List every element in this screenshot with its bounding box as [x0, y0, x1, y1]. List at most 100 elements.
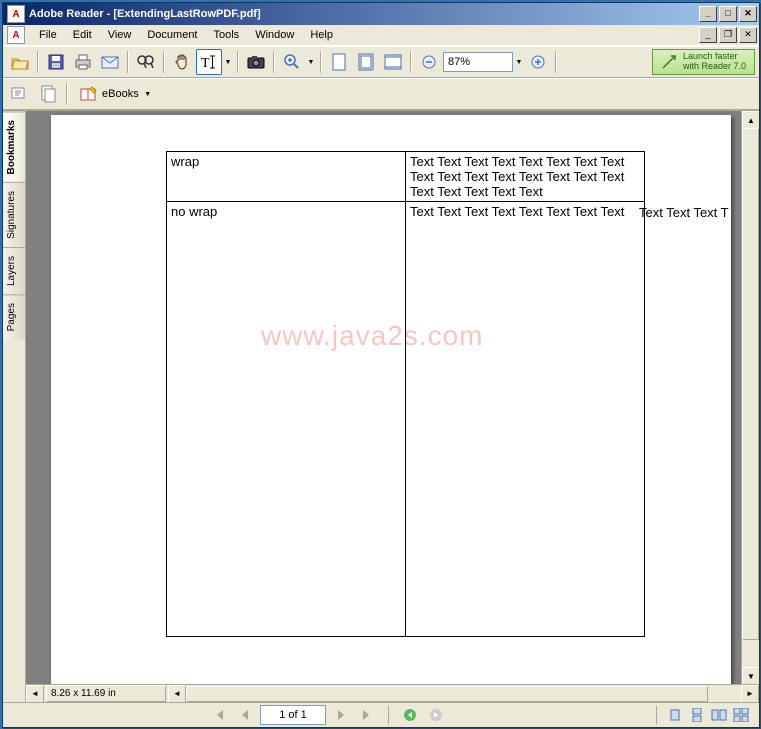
scroll-left-button[interactable]: ◄: [26, 685, 44, 703]
menu-document[interactable]: Document: [139, 27, 205, 43]
horizontal-scroll-track[interactable]: [186, 686, 741, 702]
titlebar[interactable]: A Adobe Reader - [ExtendingLastRowPDF.pd…: [3, 3, 759, 25]
secondary-toolbar: eBooks ▼: [3, 78, 759, 110]
scroll-right-button[interactable]: ►: [741, 685, 759, 703]
app-name: Adobe Reader: [29, 8, 104, 20]
ebooks-dropdown-arrow: ▼: [143, 82, 153, 106]
status-separator: [388, 706, 389, 724]
page-size-display: 8.26 x 11.69 in: [46, 685, 166, 702]
email-button[interactable]: [97, 49, 123, 75]
page-number-input[interactable]: [260, 705, 326, 725]
signatures-tab[interactable]: Signatures: [3, 182, 25, 247]
fit-width-button[interactable]: [380, 49, 406, 75]
mdi-restore-button[interactable]: ❐: [719, 27, 737, 43]
ebooks-button[interactable]: eBooks ▼: [73, 82, 160, 106]
vertical-scroll-thumb[interactable]: [742, 128, 759, 640]
toolbar-separator: [37, 51, 39, 73]
ebooks-icon: [80, 86, 98, 102]
document-area: www.java2s.com wrap Text Text Text Text …: [26, 111, 759, 702]
zoom-percentage-input[interactable]: [443, 52, 513, 72]
fit-page-button[interactable]: [353, 49, 379, 75]
pdf-table: wrap Text Text Text Text Text Text Text …: [166, 151, 645, 637]
continuous-facing-button[interactable]: [731, 706, 751, 724]
cell-wrap-text: Text Text Text Text Text Text Text Text …: [406, 152, 645, 202]
menu-window[interactable]: Window: [247, 27, 302, 43]
actual-size-button[interactable]: [326, 49, 352, 75]
mdi-window-buttons: _ ❐ ✕: [697, 27, 757, 43]
horizontal-scroll-thumb[interactable]: [186, 686, 708, 702]
menu-help[interactable]: Help: [302, 27, 341, 43]
snapshot-button[interactable]: [243, 49, 269, 75]
statusbar: [3, 702, 759, 727]
app-icon: A: [7, 5, 25, 23]
table-row: wrap Text Text Text Text Text Text Text …: [167, 152, 645, 202]
page-navigation: [7, 705, 648, 725]
zoom-in-small-button[interactable]: [525, 49, 551, 75]
prev-view-button[interactable]: [399, 705, 421, 725]
menu-view[interactable]: View: [100, 27, 140, 43]
cell-nowrap-text: Text Text Text Text Text Text Text Text: [406, 202, 645, 637]
ebooks-label: eBooks: [102, 88, 139, 100]
minimize-button[interactable]: _: [699, 6, 717, 22]
toolbar-separator: [237, 51, 239, 73]
first-page-button[interactable]: [208, 705, 230, 725]
single-page-button[interactable]: [665, 706, 685, 724]
prev-page-button[interactable]: [234, 705, 256, 725]
content-area: Bookmarks Signatures Layers Pages www.ja…: [3, 110, 759, 702]
vertical-scrollbar[interactable]: ▲ ▼: [741, 111, 759, 685]
menu-file[interactable]: File: [31, 27, 65, 43]
app-window: A Adobe Reader - [ExtendingLastRowPDF.pd…: [2, 2, 760, 728]
mdi-doc-icon[interactable]: A: [7, 26, 25, 44]
document-viewport[interactable]: www.java2s.com wrap Text Text Text Text …: [26, 111, 759, 702]
mdi-close-button[interactable]: ✕: [739, 27, 757, 43]
toolbar-separator: [320, 51, 322, 73]
menu-tools[interactable]: Tools: [206, 27, 248, 43]
text-select-button[interactable]: T: [196, 49, 222, 75]
close-button[interactable]: ✕: [739, 6, 757, 22]
reader-promo-button[interactable]: Launch faster with Reader 7.0: [652, 49, 755, 75]
select-tool-dropdown[interactable]: ▼: [223, 50, 233, 74]
zoom-out-button[interactable]: [416, 49, 442, 75]
status-separator: [656, 706, 657, 724]
scroll-down-button[interactable]: ▼: [742, 667, 759, 685]
pdf-page: www.java2s.com wrap Text Text Text Text …: [51, 115, 731, 690]
mdi-minimize-button[interactable]: _: [699, 27, 717, 43]
table-row: no wrap Text Text Text Text Text Text Te…: [167, 202, 645, 637]
doc-name: [ExtendingLastRowPDF.pdf]: [113, 8, 260, 20]
continuous-button[interactable]: [687, 706, 707, 724]
zoom-in-button[interactable]: [279, 49, 305, 75]
toolbar-separator: [555, 51, 557, 73]
open-button[interactable]: [7, 49, 33, 75]
reader-promo-icon: [661, 54, 677, 70]
titlebar-text: Adobe Reader - [ExtendingLastRowPDF.pdf]: [29, 8, 697, 20]
menubar: A File Edit View Document Tools Window H…: [3, 25, 759, 46]
document-button[interactable]: [35, 81, 61, 107]
layers-tab[interactable]: Layers: [3, 247, 25, 294]
review-button[interactable]: [7, 81, 33, 107]
cell-wrap-label: wrap: [167, 152, 406, 202]
toolbar-separator: [410, 51, 412, 73]
page-layout-buttons: [665, 706, 751, 724]
print-button[interactable]: [70, 49, 96, 75]
next-view-button[interactable]: [425, 705, 447, 725]
zoom-pct-dropdown[interactable]: ▼: [514, 50, 524, 74]
search-button[interactable]: [133, 49, 159, 75]
maximize-button[interactable]: □: [719, 6, 737, 22]
hand-tool-button[interactable]: [169, 49, 195, 75]
save-button[interactable]: [43, 49, 69, 75]
cell-nowrap-label: no wrap: [167, 202, 406, 637]
zoom-dropdown[interactable]: ▼: [306, 50, 316, 74]
scroll-left2-button[interactable]: ◄: [168, 685, 186, 703]
last-page-button[interactable]: [356, 705, 378, 725]
pages-tab[interactable]: Pages: [3, 294, 25, 339]
next-page-button[interactable]: [330, 705, 352, 725]
toolbar-separator: [127, 51, 129, 73]
overflow-text: Text Text Text T: [639, 205, 729, 220]
main-toolbar: T ▼ ▼ ▼ Launch faster with Reader 7.0: [3, 46, 759, 78]
menu-edit[interactable]: Edit: [65, 27, 100, 43]
toolbar-separator: [273, 51, 275, 73]
scroll-up-button[interactable]: ▲: [742, 111, 759, 129]
bookmarks-tab[interactable]: Bookmarks: [3, 111, 25, 182]
horizontal-scrollbar: ◄ 8.26 x 11.69 in ◄ ►: [26, 684, 759, 702]
facing-button[interactable]: [709, 706, 729, 724]
